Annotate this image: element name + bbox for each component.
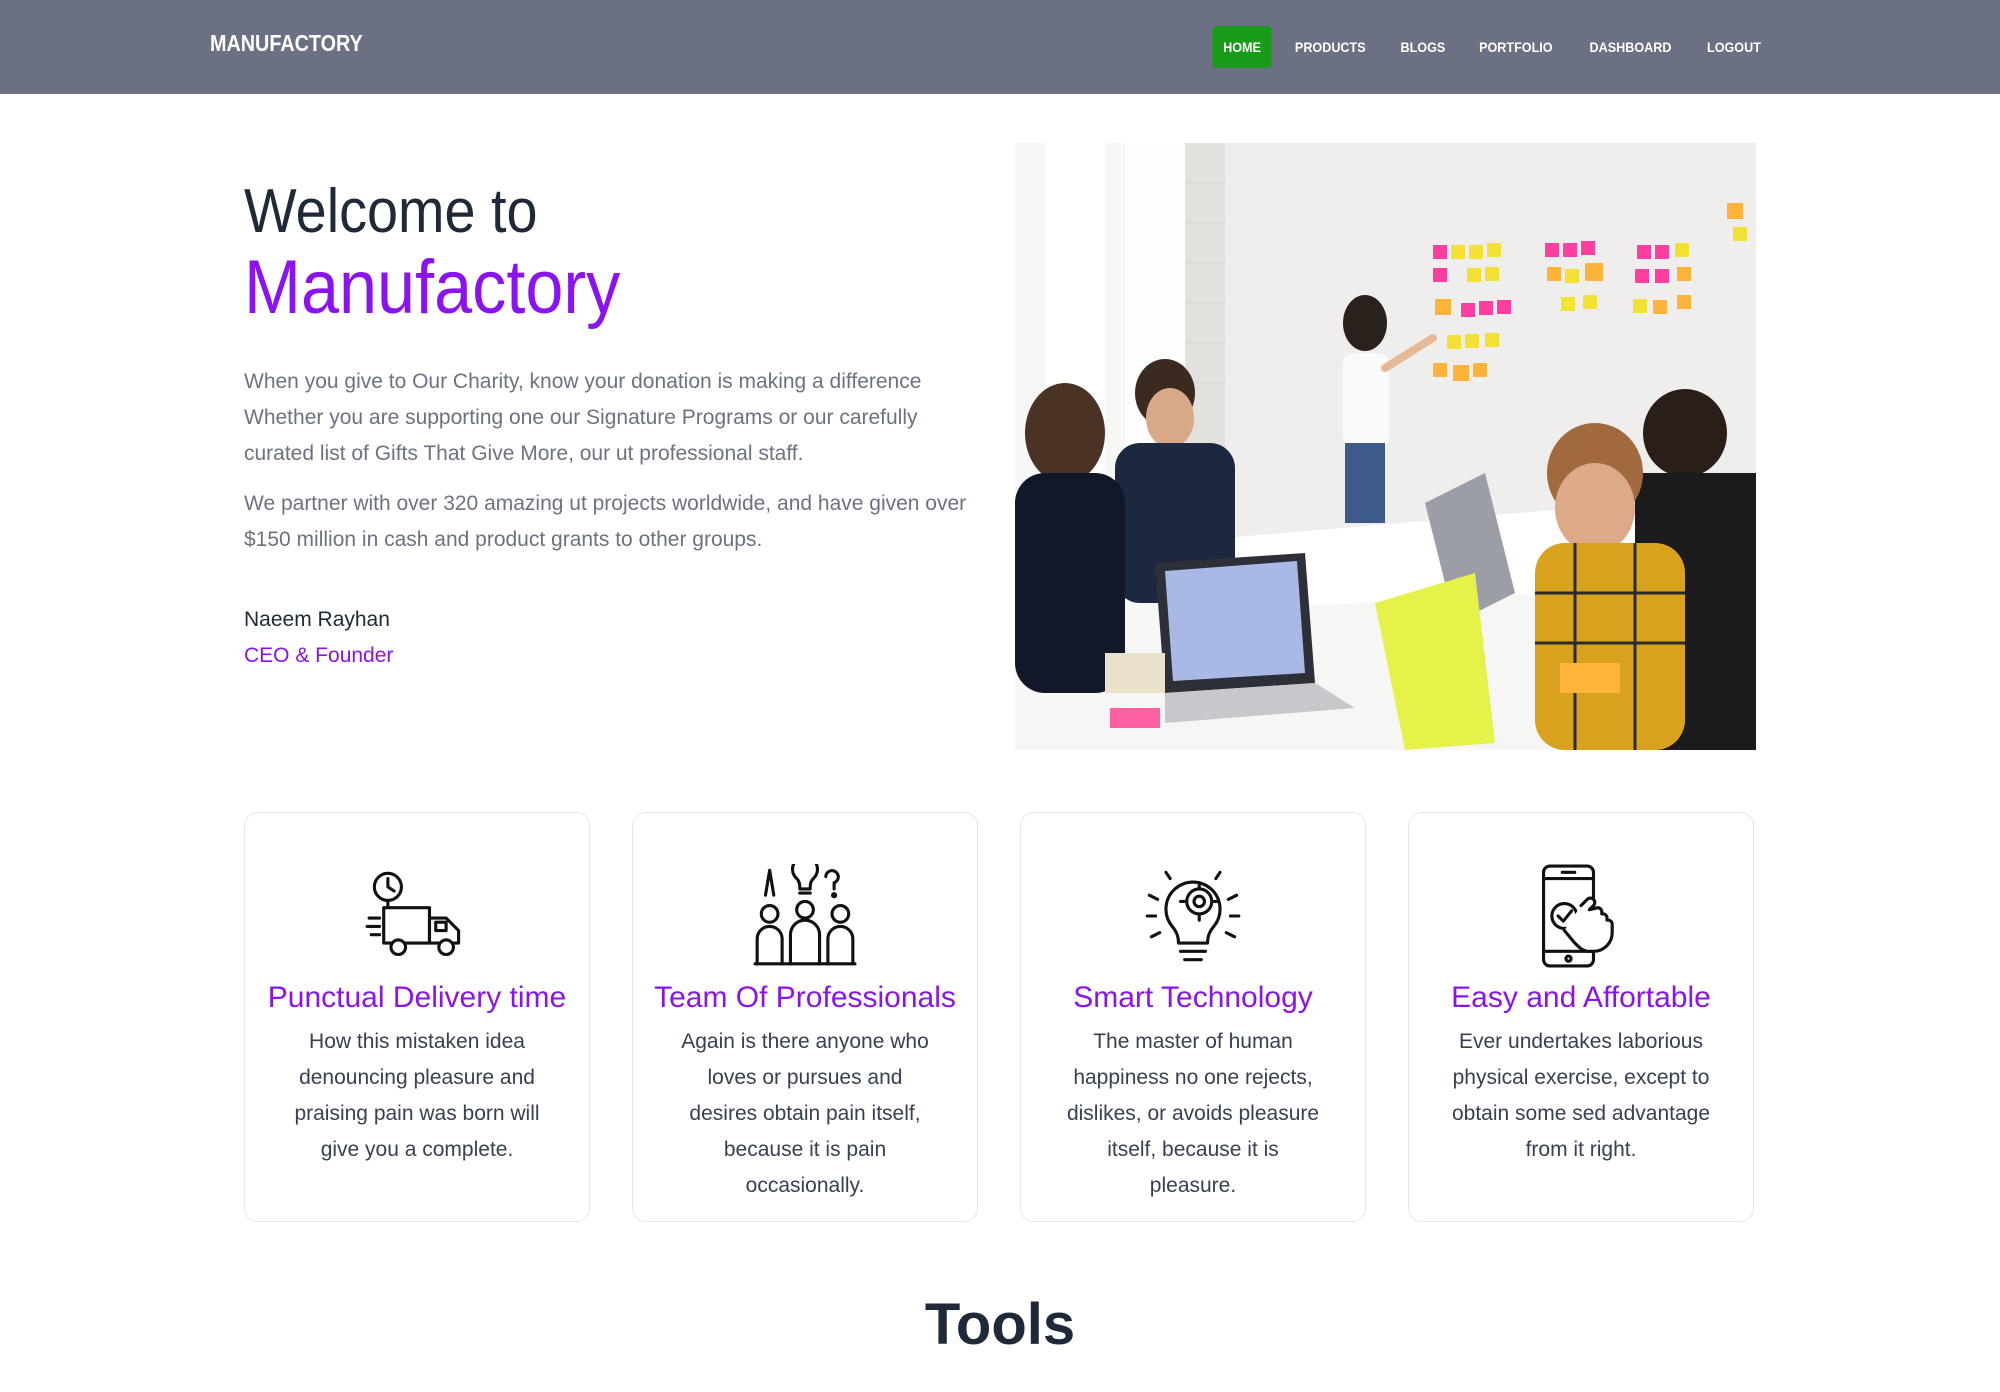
meeting-photo-illustration [1015, 143, 1756, 750]
feature-title: Team Of Professionals [654, 981, 956, 1014]
feature-card-team: Team Of Professionals Again is there any… [632, 812, 978, 1222]
hero-welcome-heading: Welcome to [244, 177, 538, 246]
feature-title: Punctual Delivery time [267, 981, 567, 1014]
smart-technology-icon [1145, 870, 1241, 962]
delivery-truck-icon [365, 871, 461, 957]
feature-card-technology: Smart Technology The master of human hap… [1020, 812, 1366, 1222]
feature-card-affordable: Easy and Affortable Ever undertakes labo… [1408, 812, 1754, 1222]
feature-cards: Punctual Delivery time How this mistaken… [244, 812, 1756, 1222]
mobile-touch-icon [1542, 864, 1614, 968]
top-navbar: MANUFACTORY HOME PRODUCTS BLOGS PORTFOLI… [0, 0, 2000, 94]
nav-blogs[interactable]: BLOGS [1389, 26, 1455, 68]
feature-description: The master of human happiness no one rej… [1066, 1030, 1320, 1197]
main-nav: HOME PRODUCTS BLOGS PORTFOLIO DASHBOARD … [1209, 26, 1776, 68]
hero-section: Welcome to Manufactory When you give to … [244, 176, 984, 674]
hero-paragraph-2: We partner with over 320 amazing ut proj… [244, 492, 967, 551]
feature-description: Again is there anyone who loves or pursu… [681, 1030, 929, 1197]
feature-title: Smart Technology [1073, 981, 1313, 1014]
feature-title: Easy and Affortable [1451, 981, 1711, 1014]
team-ideas-icon [753, 864, 857, 966]
feature-description: Ever undertakes laborious physical exerc… [1451, 1030, 1711, 1161]
brand-logo[interactable]: MANUFACTORY [210, 30, 363, 57]
nav-dashboard[interactable]: DASHBOARD [1579, 26, 1683, 68]
founder-role: CEO & Founder [244, 644, 394, 667]
tools-heading: Tools [924, 1292, 1076, 1357]
founder-name: Naeem Rayhan [244, 608, 390, 631]
nav-products[interactable]: PRODUCTS [1284, 26, 1376, 68]
feature-card-delivery: Punctual Delivery time How this mistaken… [244, 812, 590, 1222]
hero-paragraph-1: When you give to Our Charity, know your … [244, 370, 922, 465]
nav-logout[interactable]: LOGOUT [1696, 26, 1772, 68]
nav-home[interactable]: HOME [1212, 26, 1272, 68]
feature-description: How this mistaken idea denouncing pleasu… [294, 1030, 540, 1161]
team-meeting-photo [1015, 143, 1756, 750]
nav-portfolio[interactable]: PORTFOLIO [1469, 26, 1564, 68]
hero-brand-heading: Manufactory [244, 245, 621, 330]
